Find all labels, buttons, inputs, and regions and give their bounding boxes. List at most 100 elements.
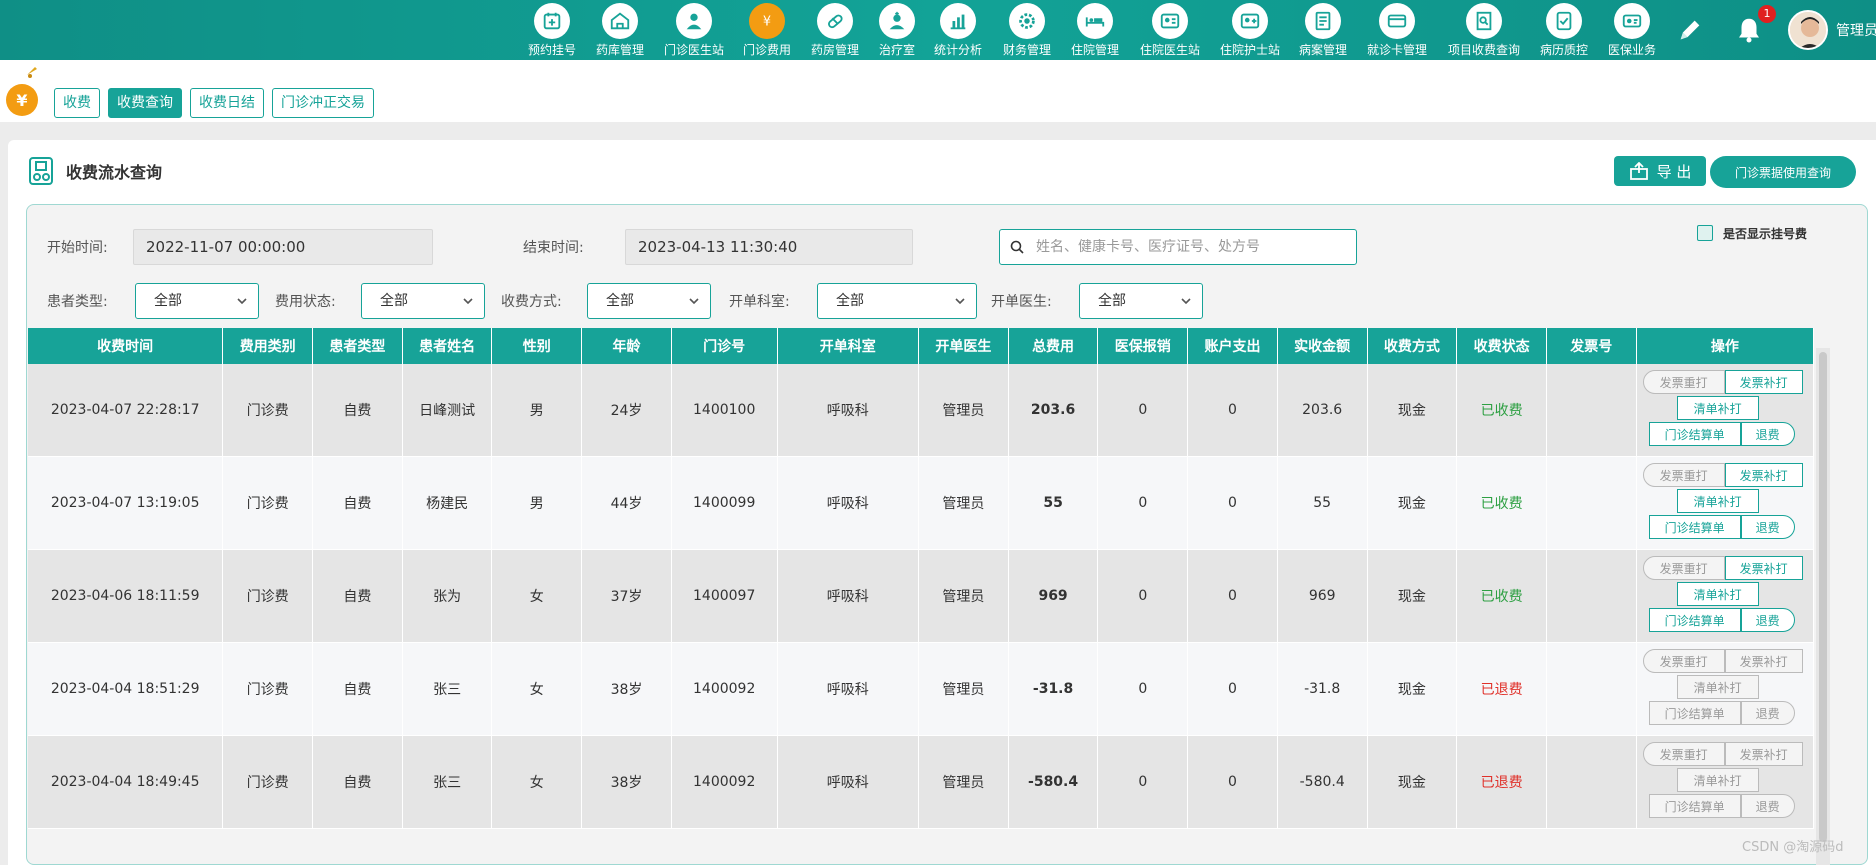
fee-status-select[interactable]: 全部 bbox=[361, 283, 485, 319]
nurse-icon bbox=[879, 3, 915, 39]
settlement-button[interactable]: 门诊结算单 bbox=[1648, 515, 1741, 539]
table-scrollbar[interactable] bbox=[1816, 348, 1830, 865]
dept-select[interactable]: 全部 bbox=[817, 283, 977, 319]
hospital-bed-icon bbox=[1077, 3, 1113, 39]
search-input[interactable] bbox=[1036, 239, 1336, 255]
cell-cat: 门诊费 bbox=[223, 736, 314, 829]
print-list-button[interactable]: 清单补打 bbox=[1676, 582, 1759, 606]
column-header[interactable]: 操作 bbox=[1637, 328, 1815, 364]
column-header[interactable]: 患者姓名 bbox=[403, 328, 493, 364]
column-header[interactable]: 开单科室 bbox=[778, 328, 920, 364]
settlement-button[interactable]: 门诊结算单 bbox=[1648, 422, 1741, 446]
cell-dept: 呼吸科 bbox=[777, 643, 920, 736]
nav-item-10[interactable]: 住院护士站 bbox=[1210, 0, 1290, 58]
cell-status: 已退费 bbox=[1457, 736, 1547, 829]
nav-item-label: 项目收费查询 bbox=[1447, 43, 1520, 57]
column-header[interactable]: 费用类别 bbox=[223, 328, 314, 364]
tab-1[interactable]: 收费查询 bbox=[108, 88, 182, 118]
refund-button[interactable]: 退费 bbox=[1740, 701, 1795, 725]
tab-0[interactable]: 收费 bbox=[54, 88, 100, 118]
end-time-field[interactable]: 2023-04-13 11:30:40 bbox=[625, 229, 913, 265]
tab-3[interactable]: 门诊冲正交易 bbox=[272, 88, 374, 118]
search-box[interactable] bbox=[999, 229, 1357, 265]
patient-type-select[interactable]: 全部 bbox=[135, 283, 259, 319]
nav-item-9[interactable]: 住院医生站 bbox=[1130, 0, 1210, 58]
pay-method-select[interactable]: 全部 bbox=[587, 283, 711, 319]
nav-item-12[interactable]: 就诊卡管理 bbox=[1357, 0, 1437, 58]
table-row[interactable]: 2023-04-04 18:51:29 门诊费 自费 张三女 38岁 1400092 呼吸科… bbox=[28, 643, 1815, 736]
cell-dept: 呼吸科 bbox=[777, 736, 920, 829]
column-header[interactable]: 收费时间 bbox=[28, 328, 224, 364]
print-list-button[interactable]: 清单补打 bbox=[1676, 489, 1759, 513]
refund-button[interactable]: 退费 bbox=[1740, 794, 1795, 818]
cell-ptype: 自费 bbox=[313, 457, 403, 550]
nav-item-2[interactable]: 门诊医生站 bbox=[654, 0, 734, 58]
column-header[interactable]: 收费方式 bbox=[1368, 328, 1458, 364]
start-time-field[interactable]: 2022-11-07 00:00:00 bbox=[133, 229, 433, 265]
ticket-usage-button[interactable]: 门诊票据使用查询 bbox=[1710, 156, 1856, 188]
supplement-invoice-button[interactable]: 发票补打 bbox=[1724, 742, 1803, 766]
table-row[interactable]: 2023-04-06 18:11:59 门诊费 自费 张为女 37岁 1400097 呼吸科… bbox=[28, 550, 1815, 643]
cell-actual: -31.8 bbox=[1277, 643, 1368, 736]
sub-nav: ¥ 收费 收费查询 收费日结 门诊冲正交易 bbox=[0, 60, 1876, 122]
column-header[interactable]: 总费用 bbox=[1009, 328, 1099, 364]
print-list-button[interactable]: 清单补打 bbox=[1676, 768, 1759, 792]
column-header[interactable]: 医保报销 bbox=[1098, 328, 1189, 364]
reprint-invoice-button[interactable]: 发票重打 bbox=[1642, 370, 1725, 394]
column-header[interactable]: 门诊号 bbox=[672, 328, 778, 364]
doctor-select[interactable]: 全部 bbox=[1079, 283, 1203, 319]
nav-item-15[interactable]: 医保业务 bbox=[1592, 0, 1672, 58]
supplement-invoice-button[interactable]: 发票补打 bbox=[1724, 556, 1803, 580]
nav-item-1[interactable]: 药库管理 bbox=[580, 0, 660, 58]
end-time-label: 结束时间: bbox=[523, 240, 584, 256]
settlement-button[interactable]: 门诊结算单 bbox=[1648, 608, 1741, 632]
nav-item-13[interactable]: 项目收费查询 bbox=[1444, 0, 1524, 58]
nav-item-11[interactable]: 病案管理 bbox=[1283, 0, 1363, 58]
export-button[interactable]: 导 出 bbox=[1614, 156, 1706, 186]
notification-button[interactable]: 1 bbox=[1734, 5, 1776, 45]
refund-button[interactable]: 退费 bbox=[1740, 515, 1795, 539]
supplement-invoice-button[interactable]: 发票补打 bbox=[1724, 649, 1803, 673]
cell-time: 2023-04-04 18:49:45 bbox=[28, 736, 224, 829]
print-list-button[interactable]: 清单补打 bbox=[1676, 396, 1759, 420]
column-header[interactable]: 开单医生 bbox=[919, 328, 1009, 364]
refund-button[interactable]: 退费 bbox=[1740, 422, 1795, 446]
user-name[interactable]: 管理员 bbox=[1836, 20, 1876, 40]
table-row[interactable]: 2023-04-04 18:49:45 门诊费 自费 张三女 38岁 1400092 呼吸科… bbox=[28, 736, 1815, 829]
reprint-invoice-button[interactable]: 发票重打 bbox=[1642, 742, 1725, 766]
cell-method: 现金 bbox=[1367, 736, 1458, 829]
row-actions: 发票重打 发票补打 清单补打 门诊结算单 退费 bbox=[1636, 643, 1815, 736]
settlement-button[interactable]: 门诊结算单 bbox=[1648, 794, 1741, 818]
column-header[interactable]: 患者类型 bbox=[313, 328, 403, 364]
column-header[interactable]: 实收金额 bbox=[1278, 328, 1368, 364]
cell-time: 2023-04-04 18:51:29 bbox=[28, 643, 224, 736]
show-reg-fee-checkbox[interactable] bbox=[1697, 225, 1713, 241]
scrollbar-thumb[interactable] bbox=[1819, 352, 1827, 842]
tab-2[interactable]: 收费日结 bbox=[190, 88, 264, 118]
settlement-button[interactable]: 门诊结算单 bbox=[1648, 701, 1741, 725]
cell-insure: 0 bbox=[1098, 550, 1189, 643]
table-row[interactable]: 2023-04-07 22:28:17 门诊费 自费 日峰测试男 24岁 1400100 呼… bbox=[28, 364, 1815, 457]
supplement-invoice-button[interactable]: 发票补打 bbox=[1724, 370, 1803, 394]
avatar[interactable] bbox=[1788, 10, 1828, 50]
watermark: CSDN @淘源码d bbox=[1742, 840, 1844, 855]
column-header[interactable]: 账户支出 bbox=[1188, 328, 1278, 364]
cell-ptype: 自费 bbox=[313, 550, 403, 643]
nav-item-8[interactable]: 住院管理 bbox=[1055, 0, 1135, 58]
column-header[interactable]: 年龄 bbox=[582, 328, 672, 364]
reprint-invoice-button[interactable]: 发票重打 bbox=[1642, 556, 1725, 580]
column-header[interactable]: 性别 bbox=[492, 328, 583, 364]
refund-button[interactable]: 退费 bbox=[1740, 608, 1795, 632]
reprint-invoice-button[interactable]: 发票重打 bbox=[1642, 649, 1725, 673]
column-header[interactable]: 收费状态 bbox=[1457, 328, 1547, 364]
notification-badge: 1 bbox=[1758, 5, 1776, 23]
reprint-invoice-button[interactable]: 发票重打 bbox=[1642, 463, 1725, 487]
print-list-button[interactable]: 清单补打 bbox=[1676, 675, 1759, 699]
pencil-icon[interactable] bbox=[1676, 16, 1704, 44]
supplement-invoice-button[interactable]: 发票补打 bbox=[1724, 463, 1803, 487]
column-header[interactable]: 发票号 bbox=[1547, 328, 1637, 364]
table-row[interactable]: 2023-04-07 13:19:05 门诊费 自费 杨建民男 44岁 1400099 呼吸… bbox=[28, 457, 1815, 550]
cell-name: 张三 bbox=[402, 643, 493, 736]
cell-status: 已退费 bbox=[1457, 643, 1547, 736]
nav-item-6[interactable]: 统计分析 bbox=[918, 0, 998, 58]
